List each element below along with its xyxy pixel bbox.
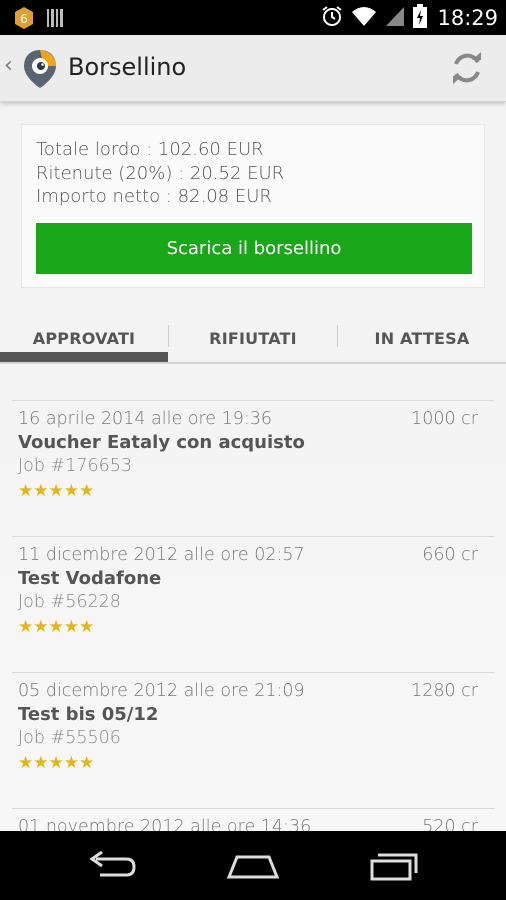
star-rating: ★★★★★ <box>18 481 95 501</box>
job-credits: 1000 cr <box>411 409 478 429</box>
back-icon[interactable] <box>82 847 142 887</box>
alarm-icon <box>321 5 343 31</box>
job-date: 11 dicembre 2012 alle ore 02:57 <box>18 545 305 565</box>
action-bar: ‹ Borsellino <box>0 35 506 102</box>
home-icon[interactable] <box>223 847 283 887</box>
tab-rejected[interactable]: RIFIUTATI <box>169 312 337 364</box>
selected-tab-indicator <box>0 352 168 362</box>
job-number: Job #176653 <box>18 456 133 476</box>
app-logo-icon[interactable] <box>20 48 60 90</box>
battery-charging-icon <box>413 4 428 32</box>
job-title: Test Vodafone <box>18 568 162 589</box>
list-item[interactable]: 05 dicembre 2012 alle ore 21:09 1280 cr … <box>12 672 494 808</box>
svg-text:6: 6 <box>20 12 28 26</box>
refresh-icon[interactable] <box>448 49 486 87</box>
job-title: Test bis 05/12 <box>18 704 159 725</box>
back-chevron-icon[interactable]: ‹ <box>4 53 13 78</box>
list-item[interactable]: 01 novembre 2012 alle ore 14:36 520 cr <box>12 808 494 831</box>
withholding-total: Ritenute (20%) : 20.52 EUR <box>36 163 285 184</box>
job-credits: 520 cr <box>422 817 478 831</box>
job-date: 16 aprile 2014 alle ore 19:36 <box>18 409 273 429</box>
clock: 18:29 <box>437 6 498 30</box>
job-date: 01 novembre 2012 alle ore 14:36 <box>18 817 312 831</box>
notification-icon: 6 <box>14 6 34 34</box>
job-credits: 1280 cr <box>411 681 478 701</box>
navigation-bar <box>0 831 506 900</box>
job-title: Voucher Eataly con acquisto <box>18 432 305 453</box>
wallet-summary-card: Totale lordo : 102.60 EUR Ritenute (20%)… <box>21 124 485 288</box>
gross-total: Totale lordo : 102.60 EUR <box>36 139 264 160</box>
job-number: Job #56228 <box>18 592 121 612</box>
signal-icon <box>385 5 405 31</box>
list-item[interactable]: 16 aprile 2014 alle ore 19:36 1000 cr Vo… <box>12 400 494 536</box>
barcode-icon <box>46 7 66 33</box>
job-date: 05 dicembre 2012 alle ore 21:09 <box>18 681 305 701</box>
wifi-icon <box>351 5 377 31</box>
list-item[interactable]: 11 dicembre 2012 alle ore 02:57 660 cr T… <box>12 536 494 672</box>
star-rating: ★★★★★ <box>18 753 95 773</box>
star-rating: ★★★★★ <box>18 617 95 637</box>
download-wallet-button[interactable]: Scarica il borsellino <box>36 223 472 274</box>
job-credits: 660 cr <box>422 545 478 565</box>
net-total: Importo netto : 82.08 EUR <box>36 186 272 207</box>
job-list[interactable]: 16 aprile 2014 alle ore 19:36 1000 cr Vo… <box>0 364 506 831</box>
page-title: Borsellino <box>68 53 187 81</box>
recent-apps-icon[interactable] <box>364 847 424 887</box>
job-number: Job #55506 <box>18 728 121 748</box>
status-bar: 6 18:29 <box>0 0 506 35</box>
tab-pending[interactable]: IN ATTESA <box>338 312 506 364</box>
